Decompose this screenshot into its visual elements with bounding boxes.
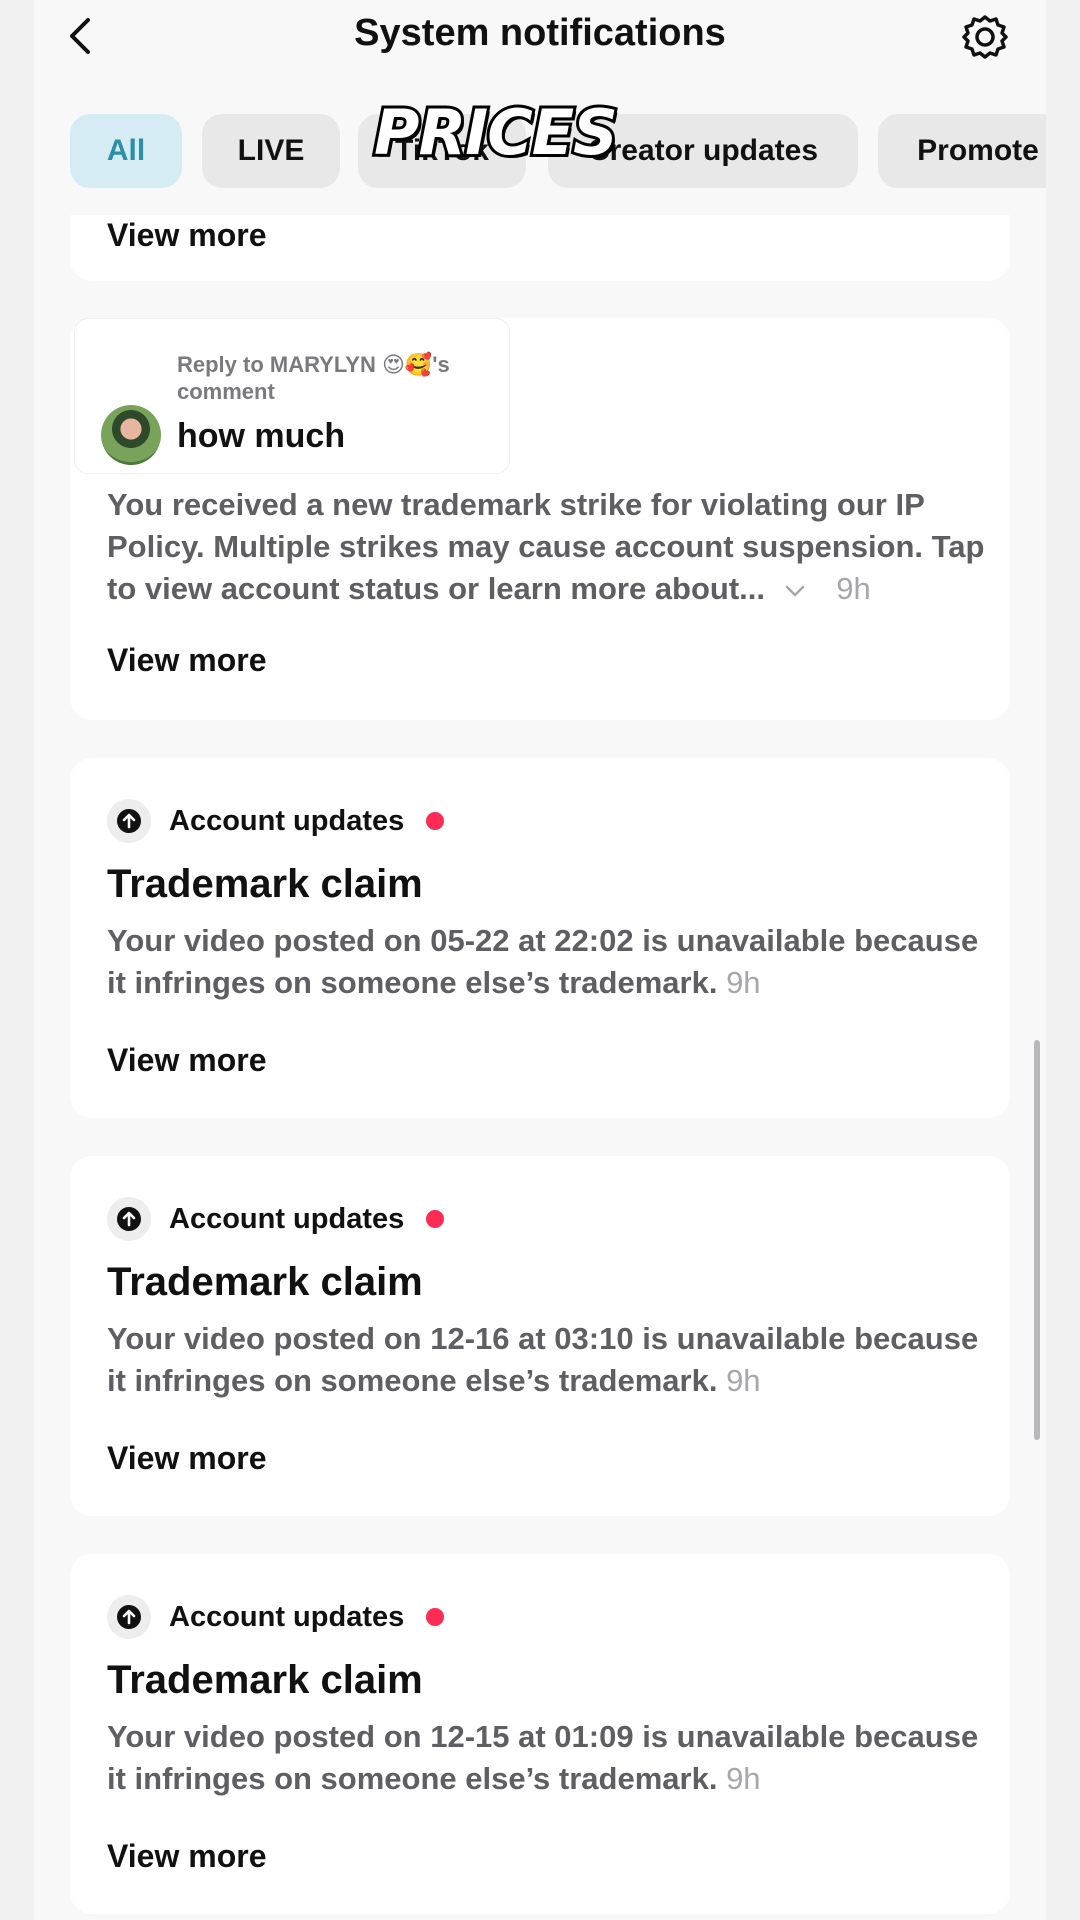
category-label: Account updates (169, 804, 405, 837)
reply-to-label: Reply to MARYLYN 😍🥰's comment (177, 352, 450, 404)
page-title: System notifications (354, 12, 726, 54)
chevron-down-icon[interactable] (784, 584, 806, 598)
notification-body: Your video posted on 12-16 at 03:10 is u… (107, 1321, 979, 1398)
tab-promote[interactable]: Promote (878, 114, 1046, 188)
category-tag: Account updates (107, 1593, 445, 1641)
view-more-link[interactable]: View more (107, 642, 266, 679)
unread-dot (426, 1210, 445, 1228)
view-more-link[interactable]: View more (107, 1440, 266, 1477)
header: System notifications (34, 0, 1046, 72)
prices-sticker-overlay: PRICES (371, 93, 621, 172)
notification-list: View more Reply to MARYLYN 😍🥰's comment … (34, 215, 1046, 1920)
timestamp: 9h (836, 571, 871, 606)
gear-icon (962, 15, 1008, 59)
upload-arrow-icon (107, 1595, 151, 1639)
unread-dot (426, 812, 445, 830)
category-tag: Account updates (107, 1195, 445, 1243)
notification-body: Your video posted on 12-15 at 01:09 is u… (107, 1719, 979, 1796)
screen: System notifications All LIVE TikTok Cre… (34, 0, 1046, 1920)
notification-card: Account updates Trademark claim Your vid… (70, 1554, 1010, 1914)
category-label: Account updates (169, 1600, 405, 1633)
scrollbar[interactable] (1034, 1040, 1040, 1440)
notification-card: Account updates Trademark claim Your vid… (70, 758, 1010, 1118)
notification-title: Trademark claim (107, 1658, 423, 1702)
comment-text: how much (177, 417, 346, 455)
notification-body: Your video posted on 05-22 at 22:02 is u… (107, 923, 979, 1000)
unread-dot (426, 1608, 445, 1626)
notification-card: Reply to MARYLYN 😍🥰's comment how much Y… (70, 318, 1010, 720)
tab-live[interactable]: LIVE (202, 114, 340, 188)
notification-card: Account updates Trademark claim Your vid… (70, 1156, 1010, 1516)
view-more-link[interactable]: View more (107, 1838, 266, 1875)
settings-button[interactable] (962, 14, 1008, 60)
category-label: Account updates (169, 1202, 405, 1235)
timestamp: 9h (726, 1761, 761, 1796)
comment-preview[interactable]: Reply to MARYLYN 😍🥰's comment how much (74, 318, 510, 474)
view-more-link[interactable]: View more (107, 217, 266, 254)
notification-title: Trademark claim (107, 862, 423, 906)
category-tag: Account updates (107, 797, 445, 845)
timestamp: 9h (726, 965, 761, 1000)
notification-card: View more (70, 215, 1010, 281)
view-more-link[interactable]: View more (107, 1042, 266, 1079)
avatar (101, 405, 161, 465)
upload-arrow-icon (107, 799, 151, 843)
notification-body: You received a new trademark strike for … (107, 487, 985, 606)
tab-all[interactable]: All (70, 114, 182, 188)
upload-arrow-icon (107, 1197, 151, 1241)
timestamp: 9h (726, 1363, 761, 1398)
notification-title: Trademark claim (107, 1260, 423, 1304)
